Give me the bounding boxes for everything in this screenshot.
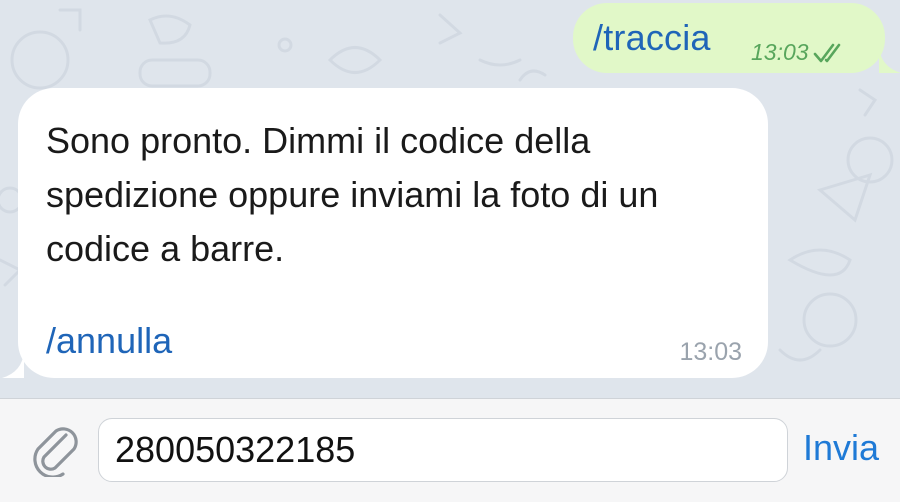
- incoming-message-text: Sono pronto. Dimmi il codice della spedi…: [46, 120, 659, 269]
- outgoing-message-time: 13:03: [751, 39, 809, 65]
- chat-area[interactable]: /traccia 13:03 Sono pronto. Dimmi il cod…: [0, 0, 900, 398]
- double-check-icon: [813, 43, 840, 62]
- outgoing-message-bubble[interactable]: /traccia 13:03: [573, 3, 900, 73]
- outgoing-message-text: /traccia: [593, 17, 711, 58]
- command-link-annulla[interactable]: /annulla: [46, 320, 172, 362]
- message-input[interactable]: [98, 418, 788, 482]
- outgoing-bubble-tail: [879, 47, 900, 73]
- incoming-message-bubble[interactable]: Sono pronto. Dimmi il codice della spedi…: [2, 88, 768, 378]
- paperclip-icon[interactable]: [30, 421, 80, 477]
- incoming-message-time: 13:03: [679, 338, 742, 366]
- incoming-bubble-tail: [2, 352, 24, 378]
- send-button[interactable]: Invia: [803, 427, 879, 469]
- outgoing-message-meta: 13:03: [751, 39, 845, 66]
- message-composer: Invia: [0, 398, 900, 502]
